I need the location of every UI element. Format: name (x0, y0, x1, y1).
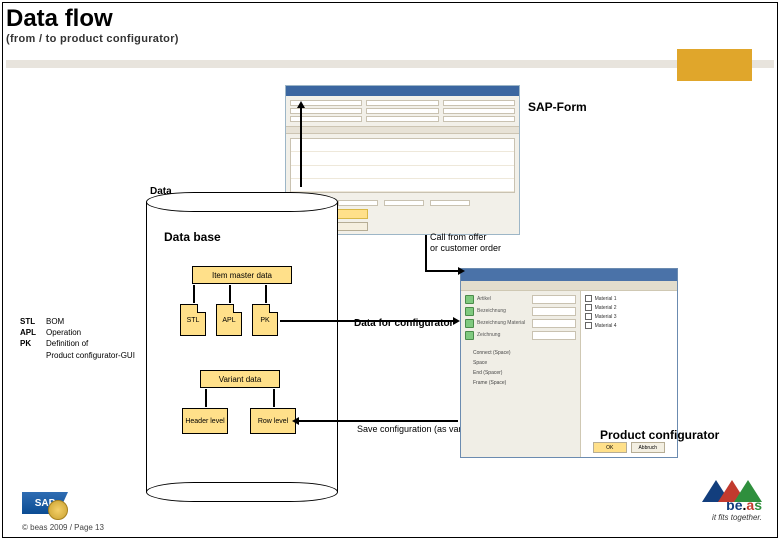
accent-box (677, 49, 752, 81)
sap-form-label: SAP-Form (528, 100, 587, 114)
status-icon (465, 307, 474, 316)
arrow (273, 389, 275, 407)
page-subtitle: (from / to product configurator) (6, 33, 774, 45)
call-text: Call from offeror customer order (430, 232, 501, 254)
arrow (205, 389, 207, 407)
checkbox[interactable] (585, 313, 592, 320)
cylinder-label: Data (150, 186, 172, 197)
tree-item[interactable]: Connect (Space) (465, 350, 576, 357)
legend: STLBOM APLOperation PKDefinition of Prod… (20, 316, 135, 361)
arrowhead-icon (297, 101, 305, 108)
arrow (425, 235, 427, 270)
gold-partner-badge-icon (48, 500, 68, 520)
arrow (265, 285, 267, 303)
arrow (298, 420, 458, 422)
checkbox[interactable] (585, 295, 592, 302)
footer-copyright: © beas 2009 / Page 13 (22, 523, 104, 532)
cfg-input[interactable] (532, 331, 576, 340)
file-stl: STL (180, 304, 206, 336)
variant-box: Variant data (200, 370, 280, 388)
arrow (229, 285, 231, 303)
cancel-button[interactable]: Abbruch (631, 442, 665, 453)
status-icon (465, 295, 474, 304)
header-stripe (6, 60, 774, 68)
arrow (193, 285, 195, 303)
file-apl: APL (216, 304, 242, 336)
cfg-input[interactable] (532, 307, 576, 316)
arrow (425, 270, 460, 272)
beas-logo: be.as it fits together. (647, 478, 762, 522)
page-title: Data flow (6, 6, 774, 31)
database-title: Data base (164, 230, 221, 244)
ok-button[interactable]: OK (593, 442, 627, 453)
arrow (280, 320, 455, 322)
tree-item[interactable]: End (Spacer) (465, 370, 576, 377)
arrowhead-icon (453, 317, 460, 325)
configurator-titlebar (461, 269, 677, 281)
arrowhead-icon (458, 267, 465, 275)
status-icon (465, 331, 474, 340)
product-configurator-label: Product configurator (600, 428, 719, 442)
tree-item[interactable]: Frame (Space) (465, 380, 576, 387)
checkbox[interactable] (585, 322, 592, 329)
checkbox[interactable] (585, 304, 592, 311)
file-pk: PK (252, 304, 278, 336)
arrowhead-icon (292, 417, 299, 425)
item-master-box: Item master data (192, 266, 292, 284)
sap-form-titlebar (286, 86, 519, 96)
tree-item[interactable]: Space (465, 360, 576, 367)
arrow (300, 107, 302, 187)
cfg-input[interactable] (532, 295, 576, 304)
row-level-box: Row level (250, 408, 296, 434)
status-icon (465, 319, 474, 328)
header-level-box: Header level (182, 408, 228, 434)
cfg-input[interactable] (532, 319, 576, 328)
